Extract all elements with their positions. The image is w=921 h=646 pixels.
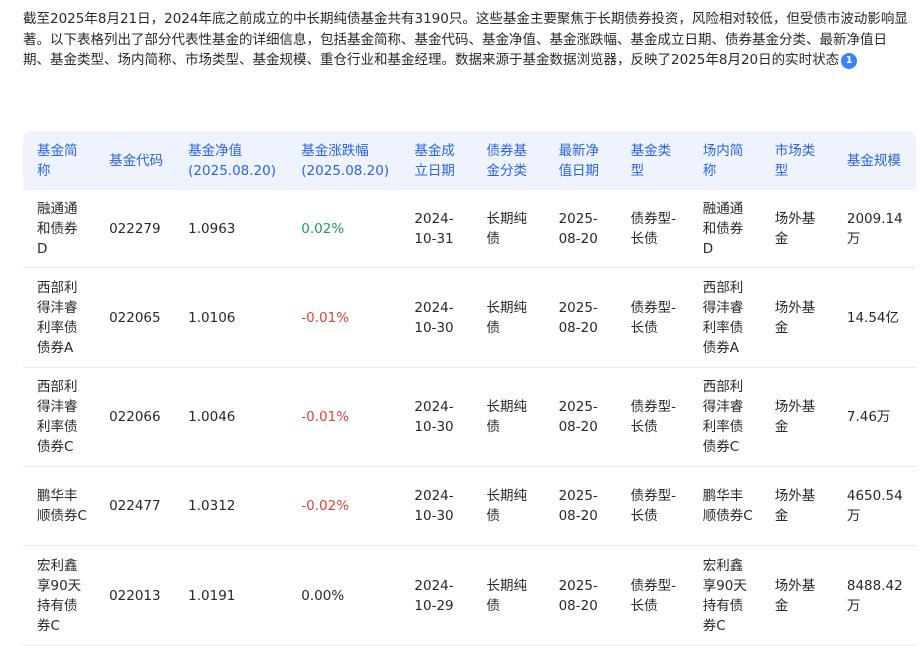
cell-inception-date: 2024-10-30 <box>400 268 473 368</box>
cell-fund-size: 14.54亿 <box>832 268 916 368</box>
cell-fund-name: 融通通和债券D <box>23 190 96 268</box>
cell-nav-date: 2025-08-20 <box>544 546 617 646</box>
table-row: 西部利得沣睿利率债债券C 022066 1.0046 -0.01% 2024-1… <box>23 368 916 467</box>
cell-exchange-name: 西部利得沣睿利率债债券A <box>688 268 761 368</box>
table-row: 鹏华丰顺债券C 022477 1.0312 -0.02% 2024-10-30 … <box>23 467 916 546</box>
fund-table-container: 基金简称 基金代码 基金净值(2025.08.20) 基金涨跌幅(2025.08… <box>23 131 916 646</box>
cell-fund-code: 022066 <box>95 368 175 467</box>
cell-fund-code: 022279 <box>95 190 175 268</box>
cell-nav-date: 2025-08-20 <box>544 368 617 467</box>
cell-bond-class: 长期纯债 <box>472 190 545 268</box>
cell-fund-type: 债券型-长债 <box>616 467 689 546</box>
cell-fund-code: 022477 <box>95 467 175 546</box>
fund-table: 基金简称 基金代码 基金净值(2025.08.20) 基金涨跌幅(2025.08… <box>23 131 916 646</box>
column-header: 基金成立日期 <box>400 131 473 190</box>
table-row: 融通通和债券D 022279 1.0963 0.02% 2024-10-31 长… <box>23 190 916 268</box>
column-header: 基金简称 <box>23 131 96 190</box>
cell-exchange-name: 宏利鑫享90天持有债券C <box>688 546 761 646</box>
cell-inception-date: 2024-10-31 <box>400 190 473 268</box>
cell-bond-class: 长期纯债 <box>472 368 545 467</box>
cell-nav: 1.0191 <box>174 546 288 646</box>
cell-fund-size: 4650.54万 <box>832 467 916 546</box>
cell-nav-date: 2025-08-20 <box>544 467 617 546</box>
cell-bond-class: 长期纯债 <box>472 546 545 646</box>
column-header: 基金涨跌幅(2025.08.20) <box>287 131 401 190</box>
cell-fund-type: 债券型-长债 <box>616 546 689 646</box>
cell-exchange-name: 西部利得沣睿利率债债券C <box>688 368 761 467</box>
cell-fund-code: 022065 <box>95 268 175 368</box>
cell-nav: 1.0963 <box>174 190 288 268</box>
column-header: 基金代码 <box>95 131 175 190</box>
cell-market-type: 场外基金 <box>760 368 833 467</box>
cell-nav: 1.0106 <box>174 268 288 368</box>
cell-change: -0.02% <box>287 467 401 546</box>
cell-fund-name: 西部利得沣睿利率债债券C <box>23 368 96 467</box>
column-header: 债券基金分类 <box>472 131 545 190</box>
cell-change: 0.02% <box>287 190 401 268</box>
cell-exchange-name: 鹏华丰顺债券C <box>688 467 761 546</box>
column-header: 场内简称 <box>688 131 761 190</box>
cell-fund-type: 债券型-长债 <box>616 190 689 268</box>
column-header: 最新净值日期 <box>544 131 617 190</box>
column-header: 基金净值(2025.08.20) <box>174 131 288 190</box>
cell-fund-code: 022013 <box>95 546 175 646</box>
cell-exchange-name: 融通通和债券D <box>688 190 761 268</box>
intro-text: 截至2025年8月21日，2024年底之前成立的中长期纯债基金共有3190只。这… <box>23 11 908 68</box>
cell-fund-size: 2009.14万 <box>832 190 916 268</box>
cell-market-type: 场外基金 <box>760 546 833 646</box>
cell-nav-date: 2025-08-20 <box>544 268 617 368</box>
cell-bond-class: 长期纯债 <box>472 268 545 368</box>
cell-change: -0.01% <box>287 268 401 368</box>
cell-nav: 1.0312 <box>174 467 288 546</box>
column-header: 基金类型 <box>616 131 689 190</box>
cell-fund-size: 8488.42万 <box>832 546 916 646</box>
cell-market-type: 场外基金 <box>760 467 833 546</box>
cell-nav-date: 2025-08-20 <box>544 190 617 268</box>
table-row: 宏利鑫享90天持有债券C 022013 1.0191 0.00% 2024-10… <box>23 546 916 646</box>
column-header: 基金规模 <box>832 131 916 190</box>
table-row: 西部利得沣睿利率债债券A 022065 1.0106 -0.01% 2024-1… <box>23 268 916 368</box>
column-header: 市场类型 <box>760 131 833 190</box>
citation-badge[interactable]: 1 <box>841 53 858 69</box>
cell-change: -0.01% <box>287 368 401 467</box>
cell-fund-type: 债券型-长债 <box>616 268 689 368</box>
cell-market-type: 场外基金 <box>760 190 833 268</box>
cell-inception-date: 2024-10-29 <box>400 546 473 646</box>
cell-change: 0.00% <box>287 546 401 646</box>
table-header-row: 基金简称 基金代码 基金净值(2025.08.20) 基金涨跌幅(2025.08… <box>23 131 916 190</box>
intro-paragraph: 截至2025年8月21日，2024年底之前成立的中长期纯债基金共有3190只。这… <box>23 9 908 71</box>
cell-fund-name: 西部利得沣睿利率债债券A <box>23 268 96 368</box>
cell-bond-class: 长期纯债 <box>472 467 545 546</box>
cell-fund-type: 债券型-长债 <box>616 368 689 467</box>
cell-fund-name: 鹏华丰顺债券C <box>23 467 96 546</box>
cell-nav: 1.0046 <box>174 368 288 467</box>
cell-inception-date: 2024-10-30 <box>400 368 473 467</box>
cell-fund-size: 7.46万 <box>832 368 916 467</box>
cell-market-type: 场外基金 <box>760 268 833 368</box>
cell-fund-name: 宏利鑫享90天持有债券C <box>23 546 96 646</box>
cell-inception-date: 2024-10-30 <box>400 467 473 546</box>
